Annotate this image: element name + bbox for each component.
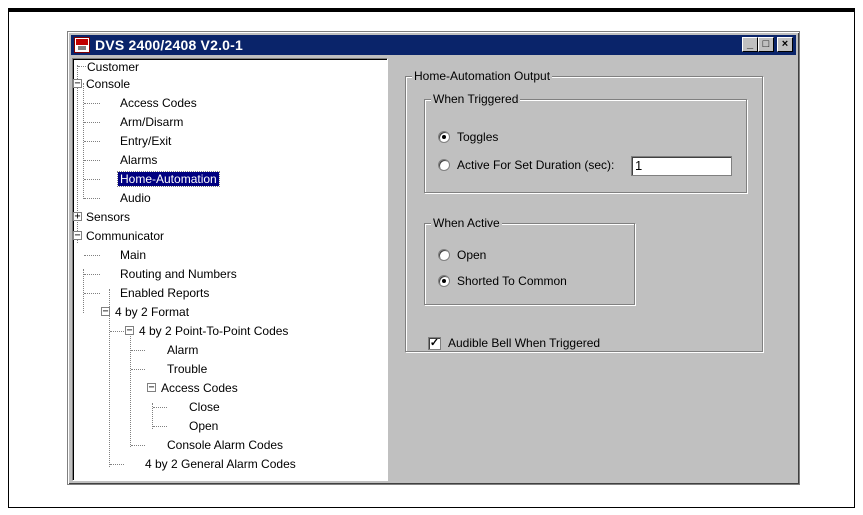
when-active-group: When Active Open Shorted To Common	[424, 216, 635, 305]
tree-line	[153, 407, 167, 408]
shorted-to-common-radio[interactable]	[438, 275, 450, 287]
title-bar[interactable]: DVS 2400/2408 V2.0-1 _ □ ×	[71, 35, 796, 55]
collapse-communicator-icon[interactable]: −	[73, 231, 82, 241]
tree-item-main[interactable]: Main	[120, 248, 146, 262]
tree-line	[84, 198, 100, 199]
tree-line	[84, 179, 100, 180]
tree-line	[84, 103, 100, 104]
shorted-to-common-label: Shorted To Common	[457, 274, 567, 288]
audible-bell-label: Audible Bell When Triggered	[448, 336, 601, 350]
open-radio[interactable]	[438, 249, 450, 261]
when-triggered-group: When Triggered Toggles Active For Set Du…	[424, 92, 747, 193]
audible-bell-checkbox[interactable]: ✓	[428, 337, 441, 350]
tree-item-enabled-reports[interactable]: Enabled Reports	[120, 286, 209, 300]
close-button[interactable]: ×	[777, 37, 793, 52]
group-label: Home-Automation Output	[412, 69, 553, 83]
tree-line	[131, 350, 145, 351]
tree-line	[131, 369, 145, 370]
minimize-button[interactable]: _	[742, 37, 758, 52]
tree-line	[84, 141, 100, 142]
tree-item-access-codes[interactable]: Access Codes	[120, 96, 197, 110]
tree-item-access-codes-sub[interactable]: Access Codes	[161, 381, 238, 395]
tree-item-console-alarm-codes[interactable]: Console Alarm Codes	[167, 438, 283, 452]
tree-item-sensors[interactable]: Sensors	[86, 210, 130, 224]
app-window: DVS 2400/2408 V2.0-1 _ □ × − + − − − − C…	[67, 31, 800, 485]
tree-item-audio[interactable]: Audio	[120, 191, 151, 205]
settings-panel: Home-Automation Output When Triggered To…	[392, 58, 796, 481]
tree-item-ptp-codes[interactable]: 4 by 2 Point-To-Point Codes	[139, 324, 288, 338]
app-icon[interactable]	[74, 37, 90, 53]
tree-item-routing[interactable]: Routing and Numbers	[120, 267, 237, 281]
tree-line	[110, 331, 124, 332]
tree-item-console[interactable]: Console	[86, 77, 130, 91]
collapse-access-codes-sub-icon[interactable]: −	[147, 383, 156, 393]
tree-item-4by2-format[interactable]: 4 by 2 Format	[115, 305, 189, 319]
group-label: When Triggered	[431, 92, 521, 106]
open-label: Open	[457, 248, 487, 262]
tree-line	[130, 327, 131, 447]
window-title: DVS 2400/2408 V2.0-1	[95, 37, 243, 53]
toggles-radio[interactable]	[438, 131, 450, 143]
tree-line	[153, 426, 167, 427]
collapse-4by2-format-icon[interactable]: −	[101, 307, 110, 317]
tree-line	[84, 255, 100, 256]
tree-line	[131, 445, 145, 446]
collapse-ptp-codes-icon[interactable]: −	[125, 326, 134, 336]
tree-item-communicator[interactable]: Communicator	[86, 229, 164, 243]
tree-item-alarm[interactable]: Alarm	[167, 343, 198, 357]
group-label: When Active	[431, 216, 502, 230]
active-duration-label: Active For Set Duration (sec):	[457, 158, 615, 172]
expand-sensors-icon[interactable]: +	[73, 212, 82, 222]
tree-item-close[interactable]: Close	[189, 400, 220, 414]
tree-line	[84, 274, 100, 275]
tree-item-general-alarm-codes[interactable]: 4 by 2 General Alarm Codes	[145, 457, 296, 471]
active-duration-radio[interactable]	[438, 159, 450, 171]
tree-item-entry-exit[interactable]: Entry/Exit	[120, 134, 171, 148]
maximize-button[interactable]: □	[758, 37, 774, 52]
settings-tree[interactable]: − + − − − − Customer Console Access Code…	[72, 58, 388, 481]
tree-item-home-automation[interactable]: Home-Automation	[117, 171, 220, 187]
home-automation-output-group: Home-Automation Output When Triggered To…	[405, 69, 763, 352]
tree-item-customer[interactable]: Customer	[87, 60, 139, 74]
collapse-console-icon[interactable]: −	[73, 79, 82, 89]
tree-line	[110, 464, 124, 465]
tree-item-open[interactable]: Open	[189, 419, 218, 433]
tree-line	[84, 122, 100, 123]
tree-line	[78, 66, 86, 67]
tree-item-alarms[interactable]: Alarms	[120, 153, 157, 167]
tree-item-arm-disarm[interactable]: Arm/Disarm	[120, 115, 183, 129]
duration-input[interactable]: 1	[631, 156, 732, 176]
toggles-label: Toggles	[457, 130, 499, 144]
tree-line	[84, 160, 100, 161]
tree-line	[84, 293, 100, 294]
tree-line	[83, 269, 84, 313]
tree-item-trouble[interactable]: Trouble	[167, 362, 207, 376]
